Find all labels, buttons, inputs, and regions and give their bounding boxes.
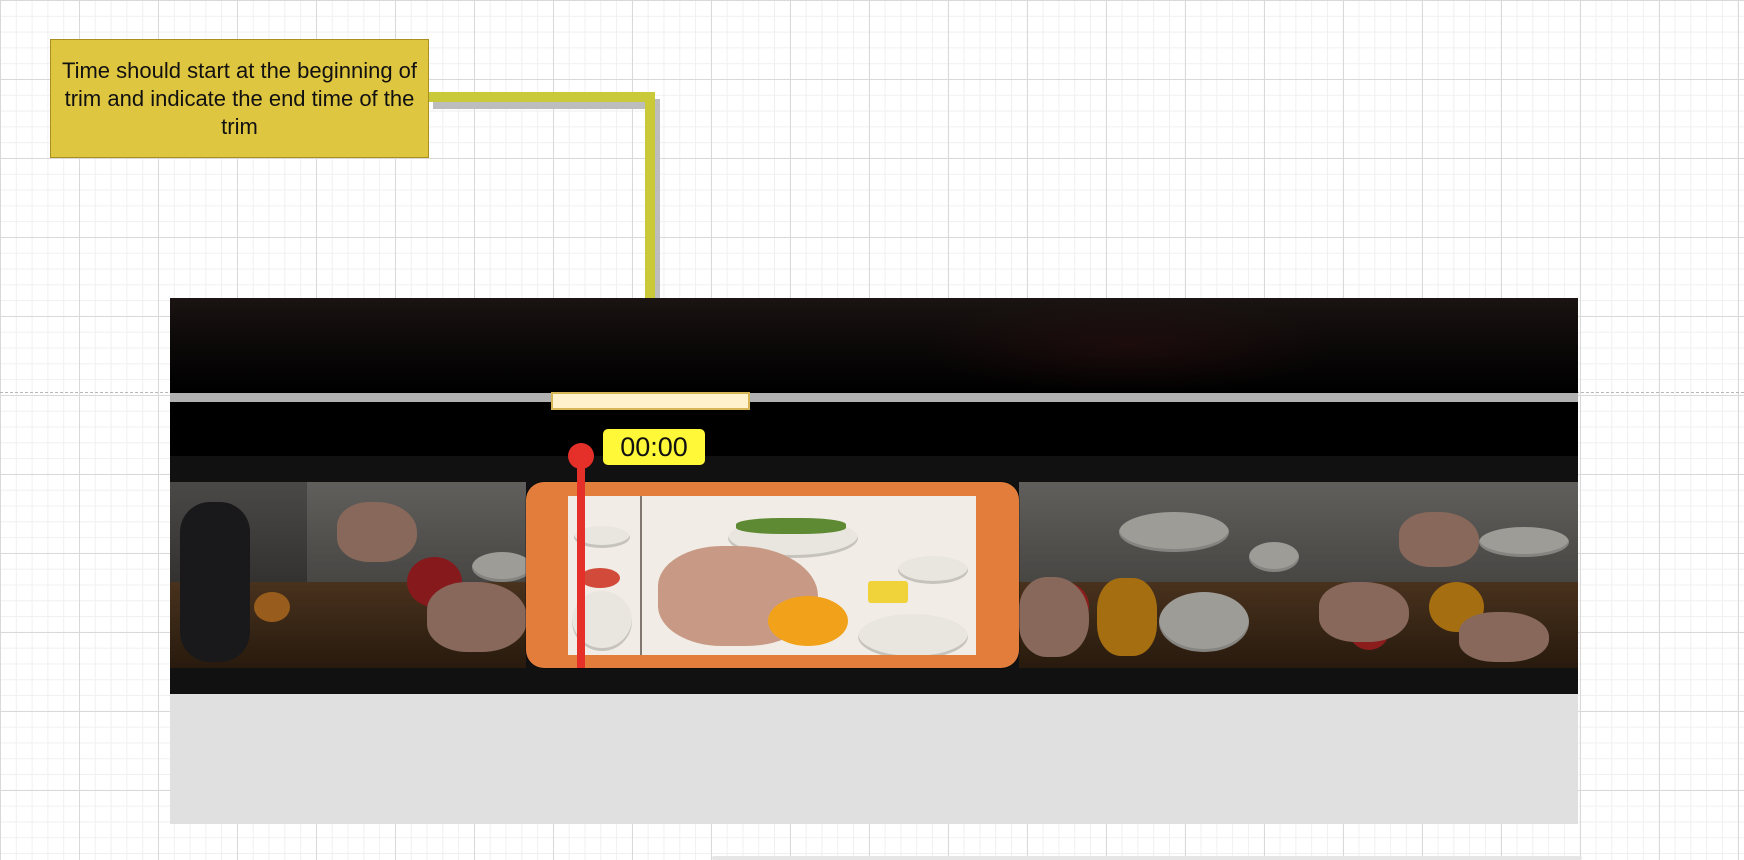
trim-clip-preview xyxy=(568,496,976,655)
bottom-scrollbar[interactable] xyxy=(712,856,1582,860)
playhead-handle[interactable] xyxy=(568,443,594,469)
progress-bar[interactable] xyxy=(170,393,1578,402)
trim-selection[interactable] xyxy=(526,482,1019,668)
annotation-note: Time should start at the beginning of tr… xyxy=(50,39,429,158)
filmstrip-frame xyxy=(1309,482,1578,668)
annotation-text: Time should start at the beginning of tr… xyxy=(61,57,418,139)
trim-range-indicator xyxy=(551,392,750,410)
video-editor-panel: 00:00 xyxy=(170,298,1578,824)
filmstrip-frame xyxy=(170,482,307,668)
current-time-label: 00:00 xyxy=(603,429,705,465)
filmstrip-frame xyxy=(1019,482,1309,668)
video-preview xyxy=(170,298,1578,393)
playhead[interactable] xyxy=(577,455,585,668)
filmstrip-frame xyxy=(307,482,526,668)
